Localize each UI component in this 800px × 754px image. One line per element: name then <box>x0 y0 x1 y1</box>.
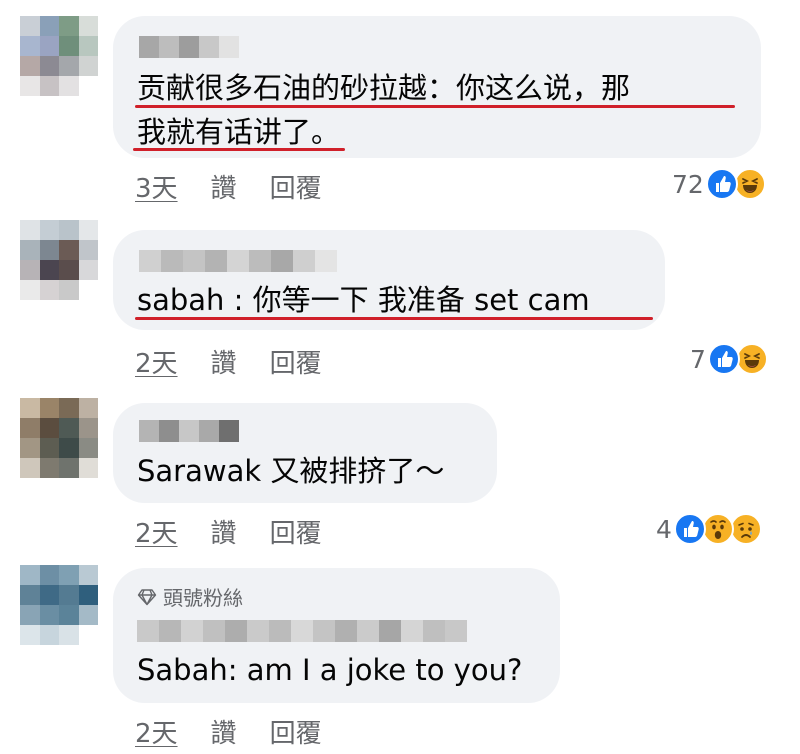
reaction-count: 4 <box>656 514 672 544</box>
text-underline <box>135 105 735 108</box>
reply-button[interactable]: 回覆 <box>270 168 322 205</box>
author-name-blurred[interactable] <box>137 620 467 642</box>
comment-bubble: 贡献很多石油的砂拉越：你这么说，那 我就有话讲了。 <box>113 16 761 158</box>
like-icon <box>705 168 738 200</box>
comment-text-line-1: sabah : 你等一下 我准备 set cam <box>137 283 590 317</box>
timestamp-link[interactable]: 2天 <box>135 713 178 750</box>
timestamp-link[interactable]: 3天 <box>135 168 178 205</box>
author-name-blurred[interactable] <box>139 36 239 58</box>
comment-text-line-1: Sarawak 又被排挤了～ <box>137 454 445 488</box>
like-button[interactable]: 讚 <box>211 713 237 750</box>
reply-button[interactable]: 回覆 <box>270 513 322 550</box>
wow-icon <box>701 513 734 545</box>
like-icon <box>707 343 740 375</box>
author-name-blurred[interactable] <box>139 250 337 272</box>
reaction-summary[interactable]: 7 <box>690 343 768 375</box>
sad-icon <box>729 513 762 545</box>
comment-actions: 2天 讚 回覆 <box>135 713 322 750</box>
avatar[interactable] <box>20 398 98 478</box>
reaction-count: 72 <box>672 169 704 199</box>
comment-bubble: 頭號粉絲 Sabah: am I a joke to you? <box>113 568 560 703</box>
badge-label: 頭號粉絲 <box>163 586 243 610</box>
reaction-count: 7 <box>690 344 706 374</box>
text-underline <box>135 317 653 320</box>
text-underline <box>133 148 345 151</box>
reaction-summary[interactable]: 72 <box>672 168 766 200</box>
comment-actions: 2天 讚 回覆 <box>135 513 322 550</box>
comment-bubble: sabah : 你等一下 我准备 set cam <box>113 230 665 330</box>
haha-icon <box>735 343 768 375</box>
haha-icon <box>733 168 766 200</box>
avatar[interactable] <box>20 565 98 645</box>
top-fan-badge[interactable]: 頭號粉絲 <box>137 582 243 611</box>
comment-text-line-1: 贡献很多石油的砂拉越：你这么说，那 <box>137 71 631 105</box>
comment-text-line-1: Sabah: am I a joke to you? <box>137 653 523 687</box>
diamond-icon <box>137 587 157 607</box>
like-icon <box>673 513 706 545</box>
comment-actions: 2天 讚 回覆 <box>135 343 322 380</box>
comment-actions: 3天 讚 回覆 <box>135 168 322 205</box>
reply-button[interactable]: 回覆 <box>270 713 322 750</box>
timestamp-link[interactable]: 2天 <box>135 513 178 550</box>
reply-button[interactable]: 回覆 <box>270 343 322 380</box>
author-name-blurred[interactable] <box>139 420 239 442</box>
like-button[interactable]: 讚 <box>211 343 237 380</box>
avatar[interactable] <box>20 220 98 300</box>
like-button[interactable]: 讚 <box>211 513 237 550</box>
timestamp-link[interactable]: 2天 <box>135 343 178 380</box>
like-button[interactable]: 讚 <box>211 168 237 205</box>
comment-bubble: Sarawak 又被排挤了～ <box>113 403 497 503</box>
avatar[interactable] <box>20 16 98 96</box>
reaction-summary[interactable]: 4 <box>656 513 762 545</box>
